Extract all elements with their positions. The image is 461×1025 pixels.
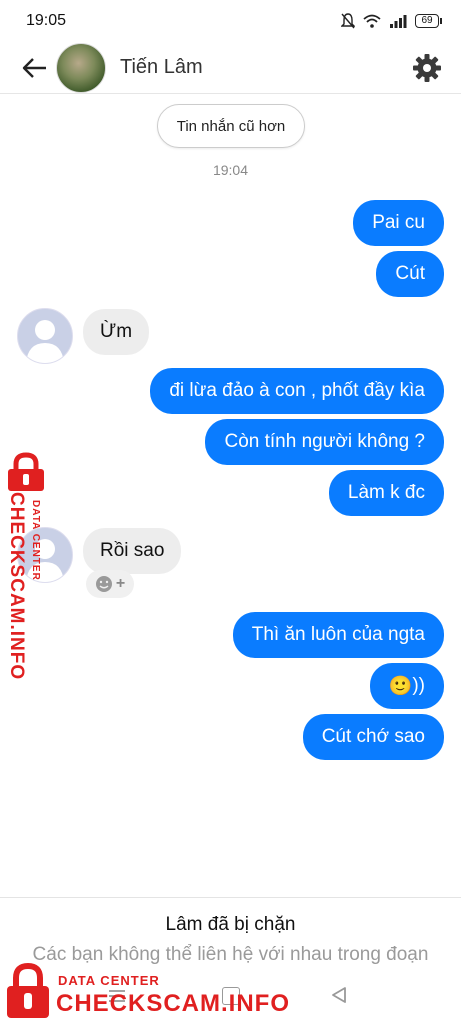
- back-button[interactable]: [16, 50, 52, 86]
- status-icons: 69: [341, 13, 442, 29]
- message-text: )): [412, 675, 425, 696]
- back-nav-icon[interactable]: [330, 986, 348, 1004]
- watermark-bottom-big: CHECKSCAM.INFO: [56, 990, 290, 1017]
- message-outgoing[interactable]: 🙂)): [369, 663, 444, 709]
- smiley-icon: [95, 576, 112, 592]
- contact-avatar-small[interactable]: [17, 308, 73, 364]
- older-messages-button[interactable]: Tin nhắn cũ hơn: [157, 104, 305, 148]
- message-timestamp: 19:04: [212, 162, 249, 178]
- chat-header: Tiến Lâm: [0, 42, 461, 94]
- message-outgoing[interactable]: Pai cu: [353, 200, 444, 246]
- battery-icon: 69: [415, 14, 442, 28]
- watermark-side-big: CHECKSCAM.INFO: [6, 492, 27, 681]
- blocked-description: Các bạn không thể liên hệ với nhau trong…: [32, 944, 429, 965]
- bell-muted-icon: [341, 13, 355, 29]
- blocked-title: Lâm đã bị chặn: [165, 914, 296, 935]
- settings-button[interactable]: [409, 50, 445, 86]
- add-reaction-button[interactable]: +: [86, 570, 134, 598]
- message-incoming[interactable]: Rồi sao: [83, 528, 182, 574]
- message-outgoing[interactable]: Làm k đc: [328, 470, 444, 516]
- message-outgoing[interactable]: Cút chớ sao: [302, 714, 444, 760]
- emoji-slight-smile: 🙂: [388, 676, 413, 697]
- watermark-lock-icon: [8, 452, 44, 491]
- watermark-bottom-small: DATA CENTER: [58, 973, 160, 988]
- message-outgoing[interactable]: Cút: [376, 251, 444, 297]
- status-bar: 19:05 69: [0, 0, 461, 42]
- default-avatar-icon: [26, 320, 64, 363]
- message-outgoing[interactable]: Còn tính người không ?: [205, 419, 444, 465]
- wifi-icon: [363, 14, 381, 28]
- signal-icon: [390, 15, 407, 28]
- gear-icon: [413, 53, 441, 82]
- contact-name[interactable]: Tiến Lâm: [120, 56, 409, 79]
- message-outgoing[interactable]: Thì ăn luôn của ngta: [232, 612, 444, 658]
- watermark-side-small: DATA CENTER: [30, 500, 41, 581]
- message-incoming[interactable]: Ừm: [83, 309, 150, 355]
- status-time: 19:05: [26, 12, 67, 29]
- contact-avatar[interactable]: [56, 42, 106, 93]
- arrow-left-icon: [22, 57, 46, 78]
- watermark-lock-icon: [7, 962, 49, 1018]
- message-outgoing[interactable]: đi lừa đảo à con , phốt đầy kìa: [150, 368, 444, 414]
- plus-icon: +: [115, 575, 126, 592]
